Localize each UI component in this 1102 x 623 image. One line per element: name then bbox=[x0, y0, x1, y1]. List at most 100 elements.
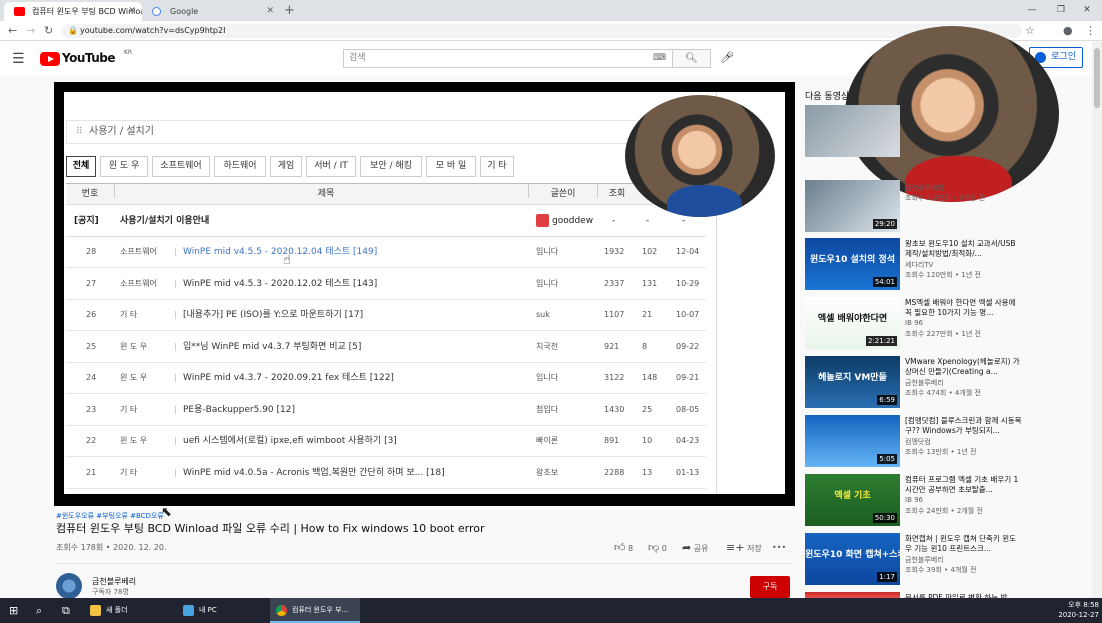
search-placeholder: 검색 bbox=[349, 53, 366, 63]
sidebar-channel-name[interactable]: 금천블루베리 bbox=[905, 555, 944, 565]
video-thumbnail[interactable]: 엑셀 배워야한다면 2:21:21 bbox=[805, 297, 900, 349]
login-label: 로그인 bbox=[1051, 52, 1076, 62]
category-tab-server-it[interactable]: 서버 / IT bbox=[306, 156, 356, 177]
row-date: 10-29 bbox=[676, 278, 700, 288]
row-title[interactable]: PE용-Backupper5.90 [12] bbox=[183, 395, 295, 425]
video-meta: 조회수 178회 • 2020. 12. 20. bbox=[56, 543, 167, 552]
category-tab-windows[interactable]: 윈 도 우 bbox=[100, 156, 148, 177]
video-thumbnail[interactable]: 5:05 bbox=[805, 415, 900, 467]
subscribe-button[interactable]: 구독 bbox=[750, 576, 790, 598]
shirt-shape bbox=[667, 185, 742, 217]
sidebar-video-title[interactable]: MS엑셀 배워야 한다면 엑셀 사용에 꼭 필요한 10가지 기능 명... bbox=[905, 298, 1022, 318]
table-row[interactable]: 24 윈 도 우 | WinPE mid v4.3.7 - 2020.09.21 fe… bbox=[66, 363, 706, 394]
search-button[interactable]: 🔍︎ bbox=[673, 49, 711, 68]
table-row[interactable]: 25 윈 도 우 | 입**님 WinPE mid v4.3.7 부팅화면 비교 [5… bbox=[66, 332, 706, 363]
scrollbar-thumb[interactable] bbox=[1094, 48, 1100, 108]
like-button[interactable]: 👍︎ 8 bbox=[614, 541, 633, 556]
back-icon[interactable]: ← bbox=[8, 23, 17, 39]
table-row[interactable]: 23 기 타 | PE용-Backupper5.90 [12] 첨입다 1430 25 08-… bbox=[66, 395, 706, 426]
dislike-button[interactable]: 👎︎ 0 bbox=[648, 541, 667, 556]
video-thumbnail[interactable]: 29:20 bbox=[805, 180, 900, 232]
video-thumbnail[interactable]: 윈도우10 화면 캡쳐+스케치 1:17 bbox=[805, 533, 900, 585]
table-row[interactable]: 22 윈 도 우 | uefi 시스템에서(로컬) ipxe,efi wimboot … bbox=[66, 426, 706, 457]
sidebar-video-title[interactable]: 컴퓨터 프로그램 엑셀 기초 배우기 1시간만 공부하면 초보탈출... bbox=[905, 475, 1022, 495]
profile-icon[interactable]: ● bbox=[1063, 23, 1073, 39]
row-likes: 8 bbox=[642, 341, 648, 351]
search-input[interactable]: 검색 ⌨ bbox=[343, 49, 673, 68]
notice-row[interactable]: [공지] 사용기/설치기 이용안내 gooddew - - - bbox=[66, 206, 706, 237]
table-row[interactable]: 21 기 타 | WinPE mid v4.0.5a - Acronis 백업,복원만… bbox=[66, 458, 706, 489]
close-tab-icon[interactable]: ✕ bbox=[128, 2, 136, 21]
sidebar-video-views: 조회수 39회 • 4개월 전 bbox=[905, 566, 977, 574]
taskbar-item-folder[interactable]: 새 폴더 bbox=[84, 598, 176, 623]
url-input[interactable]: 🔒 youtube.com/watch?v=dsCyp9htp2I bbox=[62, 24, 1022, 38]
channel-avatar[interactable] bbox=[56, 573, 82, 599]
sidebar-video-title[interactable]: 왕초보 윈도우10 설치 교과서/USB제작/설치방법/최적화/... bbox=[905, 239, 1022, 259]
video-thumbnail[interactable]: 헤놀로지 VM만들 6:59 bbox=[805, 356, 900, 408]
browser-tab-google[interactable]: Google ✕ bbox=[142, 2, 280, 21]
row-author: 빠이론 bbox=[536, 436, 559, 445]
share-button[interactable]: ➦ 공유 bbox=[682, 541, 709, 556]
table-row[interactable]: 27 소프트웨어 | WinPE mid v4.5.3 - 2020.12.02 테스… bbox=[66, 269, 706, 300]
windows-start-icon[interactable]: ⊞ bbox=[9, 602, 18, 619]
forward-icon[interactable]: → bbox=[26, 23, 35, 39]
microphone-icon[interactable]: 🎤︎ bbox=[720, 51, 734, 64]
category-tab-mobile[interactable]: 모 바 일 bbox=[426, 156, 476, 177]
hamburger-menu-icon[interactable]: ☰ bbox=[12, 51, 25, 67]
row-title[interactable]: WinPE mid v4.5.3 - 2020.12.02 테스트 [143] bbox=[183, 269, 377, 299]
table-row[interactable]: 28 소프트웨어 | WinPE mid v4.5.5 - 2020.12.04 테스… bbox=[66, 237, 706, 268]
category-tab-etc[interactable]: 기 타 bbox=[480, 156, 514, 177]
sidebar-video-title[interactable]: 화면캡쳐 | 윈도우 캡쳐 단축키 윈도우 기능 윈10 프린트스크... bbox=[905, 534, 1022, 554]
row-author: 치국천 bbox=[536, 341, 559, 351]
sidebar-channel-name[interactable]: 컴맹닷컴 bbox=[905, 437, 931, 447]
row-title[interactable]: uefi 시스템에서(로컬) ipxe,efi wimboot 사용하기 [3] bbox=[183, 426, 397, 456]
sidebar-video-title[interactable]: [컴맹닷컴] 블루스크린과 함께 시동복구?? Windows가 부팅되지... bbox=[905, 416, 1022, 436]
row-divider: | bbox=[174, 278, 177, 288]
row-title[interactable]: 입**님 WinPE mid v4.3.7 부팅화면 비교 [5] bbox=[183, 332, 361, 362]
video-thumbnail[interactable] bbox=[805, 105, 900, 157]
row-num: 26 bbox=[86, 310, 97, 319]
sidebar-channel-name[interactable]: 금천블루베리 bbox=[905, 378, 944, 388]
sidebar-channel-name[interactable]: 금천블루베리 bbox=[905, 183, 944, 193]
row-title[interactable]: WinPE mid v4.0.5a - Acronis 백업,복원만 간단히 하… bbox=[183, 458, 445, 488]
row-title[interactable]: WinPE mid v4.3.7 - 2020.09.21 fex 테스트 [1… bbox=[183, 363, 394, 393]
channel-name[interactable]: 금천블루베리 bbox=[92, 576, 136, 587]
sidebar-channel-name[interactable]: IB 96 bbox=[905, 496, 923, 504]
col-header-num: 번호 bbox=[81, 189, 99, 199]
window-close-icon[interactable]: ✕ bbox=[1070, 0, 1102, 21]
reload-icon[interactable]: ↻ bbox=[44, 23, 53, 39]
sidebar-video-title[interactable]: VMware Xpenology(헤놀로지) 가상머신 만들기(Creating… bbox=[905, 357, 1022, 377]
table-row[interactable]: 26 기 타 | [내용추가] PE (ISO)를 Y:으로 마운트하기 [17] su… bbox=[66, 300, 706, 331]
chrome-menu-icon[interactable]: ⋮ bbox=[1085, 23, 1096, 39]
keyboard-icon[interactable]: ⌨ bbox=[653, 50, 666, 67]
more-actions-button[interactable]: ••• bbox=[772, 541, 786, 555]
close-tab-icon[interactable]: ✕ bbox=[266, 2, 274, 21]
row-likes: 102 bbox=[642, 247, 658, 256]
row-title[interactable]: [내용추가] PE (ISO)를 Y:으로 마운트하기 [17] bbox=[183, 300, 363, 330]
row-views: 891 bbox=[604, 436, 620, 445]
sidebar-channel-name[interactable]: IB 96 bbox=[905, 319, 923, 327]
taskbar-item-chrome[interactable]: 컴퓨터 윈도우 부... bbox=[270, 598, 360, 623]
page-scrollbar[interactable] bbox=[1092, 42, 1102, 598]
category-tab-game[interactable]: 게임 bbox=[270, 156, 302, 177]
video-thumbnail[interactable]: 엑셀 기초 50:30 bbox=[805, 474, 900, 526]
board-section-title: 사용기 / 설치기 bbox=[89, 126, 154, 137]
row-date: 08-05 bbox=[676, 404, 700, 414]
taskbar-item-my-pc[interactable]: 내 PC bbox=[177, 598, 269, 623]
category-tab-hardware[interactable]: 하드웨어 bbox=[214, 156, 266, 177]
category-tab-all[interactable]: 전체 bbox=[66, 156, 96, 177]
taskbar-search-icon[interactable]: ⌕ bbox=[36, 602, 42, 619]
row-divider: | bbox=[174, 310, 177, 319]
browser-tab-youtube[interactable]: 컴퓨터 윈도우 부팅 BCD Winload ✕ bbox=[4, 2, 142, 21]
save-button[interactable]: ≡+ 저장 bbox=[726, 541, 762, 556]
category-tab-software[interactable]: 소프트웨어 bbox=[152, 156, 210, 177]
video-thumbnail[interactable]: 윈도우10 설치의 정석 54:01 bbox=[805, 238, 900, 290]
category-tab-security[interactable]: 보안 / 해킹 bbox=[360, 156, 422, 177]
bookmark-star-icon[interactable]: ☆ bbox=[1025, 23, 1035, 39]
sidebar-channel-name[interactable]: 세다리TV bbox=[905, 260, 933, 270]
taskbar-clock[interactable]: 오후 8:58 2020-12-27 bbox=[1055, 600, 1099, 620]
notice-title[interactable]: 사용기/설치기 이용안내 bbox=[120, 206, 209, 236]
task-view-icon[interactable]: ⧉ bbox=[62, 602, 70, 619]
new-tab-icon[interactable]: + bbox=[284, 2, 295, 19]
row-title[interactable]: WinPE mid v4.5.5 - 2020.12.04 테스트 [149] bbox=[183, 237, 377, 267]
